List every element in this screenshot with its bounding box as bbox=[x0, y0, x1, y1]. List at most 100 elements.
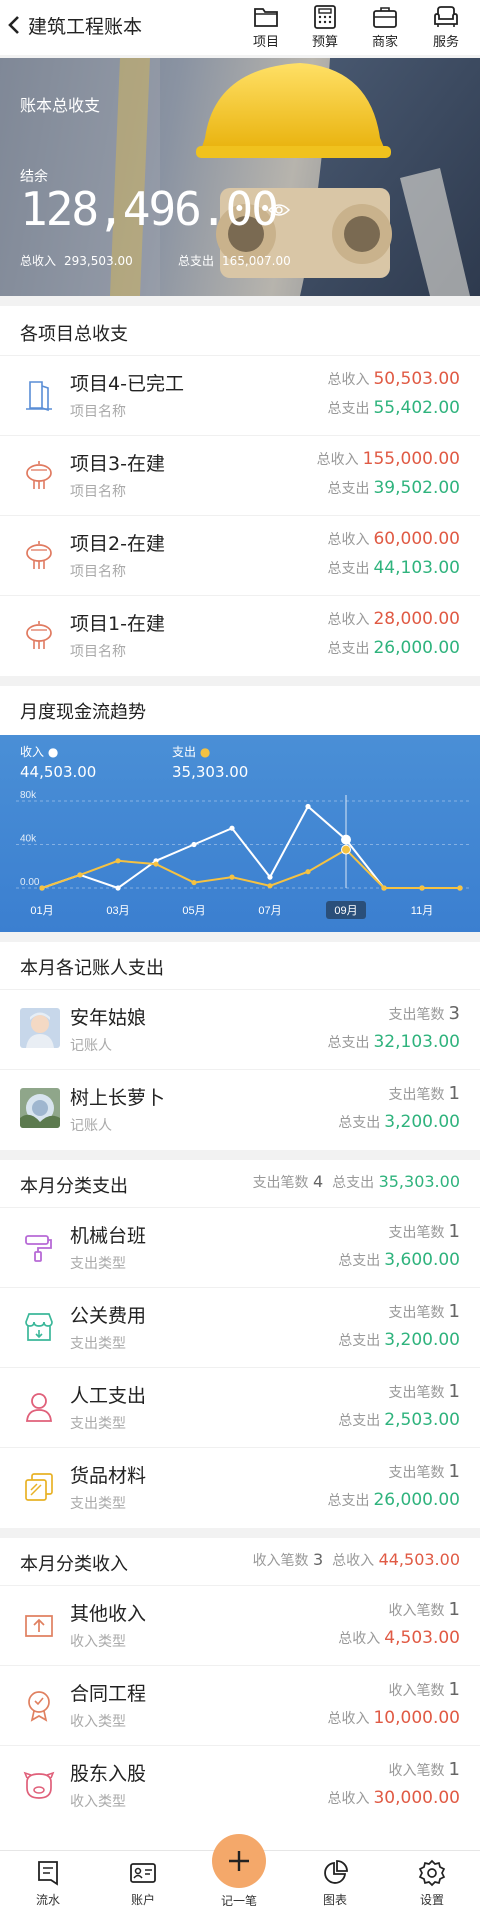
briefcase-icon bbox=[371, 4, 399, 30]
category-expense: 总支出 2,503.00 bbox=[338, 1410, 460, 1430]
data-point bbox=[341, 844, 351, 855]
category-name: 公关费用 bbox=[70, 1305, 147, 1327]
merchants-button[interactable]: 商家 bbox=[359, 2, 411, 52]
nav-charts[interactable]: 图表 bbox=[305, 1859, 365, 1908]
data-point bbox=[153, 861, 159, 867]
project-sub: 项目名称 bbox=[70, 564, 126, 580]
income-categories-summary: 收入笔数 3 总收入 44,503.00 bbox=[252, 1550, 460, 1569]
data-point bbox=[115, 858, 121, 864]
project-name: 项目3-在建 bbox=[70, 453, 165, 475]
data-point bbox=[115, 885, 121, 891]
category-expense: 总支出 3,600.00 bbox=[338, 1250, 460, 1270]
data-point bbox=[191, 841, 197, 848]
category-count: 收入笔数 1 bbox=[388, 1679, 460, 1700]
inbox-icon bbox=[22, 1608, 56, 1642]
book-icon bbox=[22, 378, 56, 412]
project-sub: 项目名称 bbox=[70, 484, 126, 500]
member-name: 树上长萝卜 bbox=[70, 1087, 166, 1109]
project-row[interactable]: 项目4-已完工 项目名称 总收入 50,503.00 总支出 55,402.00 bbox=[0, 355, 480, 435]
total-expense-value: 165,007.00 bbox=[222, 254, 291, 268]
category-count: 收入笔数 1 bbox=[388, 1759, 460, 1780]
gear-icon bbox=[418, 1859, 446, 1887]
project-expense: 总支出 44,103.00 bbox=[327, 558, 460, 578]
category-count: 支出笔数 1 bbox=[388, 1221, 460, 1242]
income-category-row[interactable]: 合同工程 收入类型 收入笔数 1 总收入 10,000.00 bbox=[0, 1665, 480, 1745]
project-expense: 总支出 39,502.00 bbox=[327, 478, 460, 498]
project-row[interactable]: 项目3-在建 项目名称 总收入 155,000.00 总支出 39,502.00 bbox=[0, 435, 480, 515]
category-count: 支出笔数 1 bbox=[388, 1381, 460, 1402]
id-card-icon bbox=[129, 1859, 157, 1887]
data-point bbox=[229, 874, 235, 880]
data-point bbox=[419, 885, 425, 891]
services-button[interactable]: 服务 bbox=[420, 2, 472, 52]
x-tick-label: 05月 bbox=[182, 905, 205, 917]
total-income-value: 293,503.00 bbox=[64, 254, 133, 268]
category-expense: 总支出 26,000.00 bbox=[327, 1490, 460, 1510]
total-income-label: 总收入 bbox=[20, 254, 57, 268]
expense-category-row[interactable]: 机械台班 支出类型 支出笔数 1 总支出 3,600.00 bbox=[0, 1207, 480, 1287]
category-expense: 总支出 3,200.00 bbox=[338, 1330, 460, 1350]
members-card: 本月各记账人支出 安年姑娘 记账人 支出笔数 3 总支出 32,103.00 树上长… bbox=[0, 942, 480, 1150]
expense-categories-title: 本月分类支出 bbox=[20, 1176, 128, 1197]
nav-settings[interactable]: 设置 bbox=[402, 1859, 462, 1908]
category-income: 总收入 30,000.00 bbox=[327, 1788, 460, 1808]
data-point bbox=[305, 803, 311, 810]
project-name: 项目2-在建 bbox=[70, 533, 165, 555]
expense-category-row[interactable]: 人工支出 支出类型 支出笔数 1 总支出 2,503.00 bbox=[0, 1367, 480, 1447]
balance-amount: 128,496.00 bbox=[20, 182, 279, 236]
income-categories-card: 本月分类收入 收入笔数 3 总收入 44,503.00 其他收入 收入类型 收入… bbox=[0, 1538, 480, 1850]
total-income-summary: 总收入 293,503.00 bbox=[20, 252, 133, 269]
income-category-row[interactable]: 股东入股 收入类型 收入笔数 1 总收入 30,000.00 bbox=[0, 1745, 480, 1825]
project-sub: 项目名称 bbox=[70, 404, 126, 420]
project-row[interactable]: 项目1-在建 项目名称 总收入 28,000.00 总支出 26,000.00 bbox=[0, 595, 480, 675]
member-count: 支出笔数 3 bbox=[388, 1003, 460, 1024]
expense-category-row[interactable]: 公关费用 支出类型 支出笔数 1 总支出 3,200.00 bbox=[0, 1287, 480, 1367]
merchants-label: 商家 bbox=[371, 35, 398, 50]
expense-category-row[interactable]: 货品材料 支出类型 支出笔数 1 总支出 26,000.00 bbox=[0, 1447, 480, 1527]
projects-label: 项目 bbox=[252, 35, 279, 50]
project-income: 总收入 60,000.00 bbox=[327, 529, 460, 549]
calculator-icon bbox=[311, 4, 339, 30]
back-arrow-icon[interactable] bbox=[6, 14, 24, 36]
income-category-row[interactable]: 其他收入 收入类型 收入笔数 1 总收入 4,503.00 bbox=[0, 1585, 480, 1665]
category-name: 货品材料 bbox=[70, 1465, 147, 1487]
category-income: 总收入 4,503.00 bbox=[338, 1628, 460, 1648]
member-row[interactable]: 安年姑娘 记账人 支出笔数 3 总支出 32,103.00 bbox=[0, 989, 480, 1069]
projects-button[interactable]: 项目 bbox=[240, 2, 292, 52]
category-sub: 收入类型 bbox=[70, 1714, 126, 1730]
project-row[interactable]: 项目2-在建 项目名称 总收入 60,000.00 总支出 44,103.00 bbox=[0, 515, 480, 595]
piggy-icon bbox=[22, 1768, 56, 1802]
project-income: 总收入 155,000.00 bbox=[316, 449, 460, 469]
cashflow-chart[interactable]: 收入 ● 44,503.00 支出 ● 35,303.00 80k 40k 0.00… bbox=[0, 735, 480, 932]
data-point bbox=[267, 874, 273, 880]
member-count: 支出笔数 1 bbox=[388, 1083, 460, 1104]
expense-categories-card: 本月分类支出 支出笔数 4 总支出 35,303.00 机械台班 支出类型 支出… bbox=[0, 1160, 480, 1528]
budget-button[interactable]: 预算 bbox=[299, 2, 351, 52]
data-point bbox=[457, 885, 463, 891]
expense-categories-summary: 支出笔数 4 总支出 35,303.00 bbox=[252, 1172, 460, 1191]
projects-section-title: 各项目总收支 bbox=[20, 324, 128, 345]
nav-transactions-label: 流水 bbox=[35, 1893, 60, 1907]
nav-accounts[interactable]: 账户 bbox=[113, 1859, 173, 1908]
lantern-icon bbox=[22, 538, 56, 572]
data-point bbox=[229, 825, 235, 831]
category-sub: 收入类型 bbox=[70, 1634, 126, 1650]
plus-icon bbox=[225, 1847, 253, 1875]
income-categories-title: 本月分类收入 bbox=[20, 1554, 128, 1575]
banner-title: 账本总收支 bbox=[20, 96, 101, 115]
add-record-label: 记一笔 bbox=[220, 1894, 257, 1908]
category-name: 股东入股 bbox=[70, 1763, 147, 1785]
member-row[interactable]: 树上长萝卜 记账人 支出笔数 1 总支出 3,200.00 bbox=[0, 1069, 480, 1149]
chart-plot: 80k 40k 0.00 01月 03月 05月 07月 09月 11月 bbox=[16, 790, 470, 919]
eye-icon[interactable] bbox=[268, 202, 290, 218]
category-count: 支出笔数 1 bbox=[388, 1461, 460, 1482]
paint-roller-icon bbox=[22, 1230, 56, 1264]
total-expense-label: 总支出 bbox=[178, 254, 215, 268]
nav-transactions[interactable]: 流水 bbox=[18, 1859, 78, 1908]
trend-section-title: 月度现金流趋势 bbox=[20, 702, 146, 723]
category-sub: 支出类型 bbox=[70, 1496, 126, 1512]
data-point bbox=[191, 879, 197, 886]
lantern-icon bbox=[22, 458, 56, 492]
member-expense: 总支出 3,200.00 bbox=[338, 1112, 460, 1132]
add-record-button[interactable] bbox=[212, 1834, 266, 1888]
